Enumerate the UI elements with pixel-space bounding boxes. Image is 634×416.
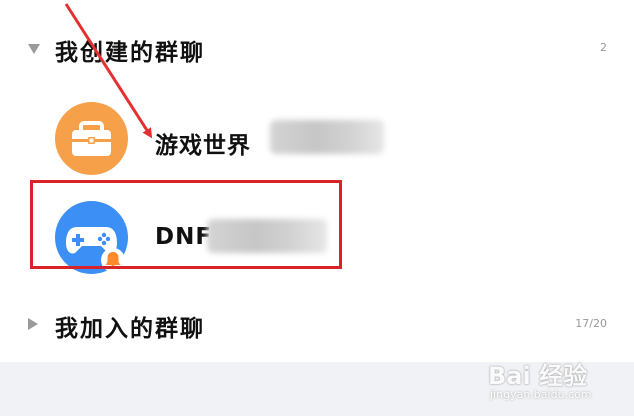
section-header-created[interactable]: 我创建的群聊 2: [0, 24, 634, 74]
section-count: 2: [600, 41, 607, 54]
briefcase-icon: [72, 121, 111, 156]
section-title: 我加入的群聊: [55, 316, 205, 342]
group-name: 游戏世界: [155, 133, 251, 159]
section-count: 17/20: [575, 317, 607, 330]
highlight-box: [30, 180, 342, 269]
expand-arrow-icon: [28, 318, 38, 330]
group-avatar: [55, 102, 128, 175]
section-header-joined[interactable]: 我加入的群聊 17/20: [0, 300, 634, 350]
watermark-url: jingyan.baidu.com: [490, 388, 592, 401]
collapse-arrow-icon: [28, 44, 40, 54]
section-title: 我创建的群聊: [55, 40, 205, 66]
redacted-blur: [270, 120, 384, 154]
watermark-logo: Bai 经验: [488, 362, 588, 390]
watermark: Bai 经验 jingyan.baidu.com: [480, 350, 620, 410]
group-row-game-world[interactable]: 游戏世界: [0, 92, 634, 188]
